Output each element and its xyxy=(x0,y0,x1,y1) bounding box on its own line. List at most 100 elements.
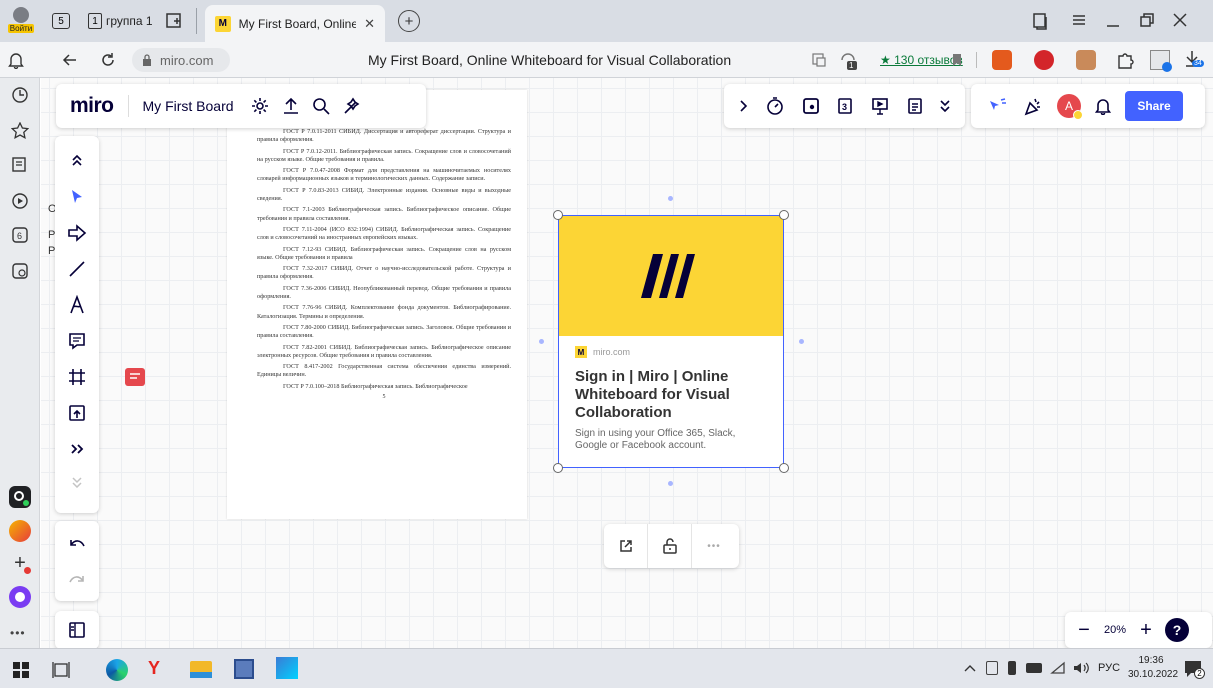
zoom-level[interactable]: 20% xyxy=(1097,624,1133,636)
magic-icon[interactable] xyxy=(342,96,362,116)
undo-icon[interactable] xyxy=(55,529,99,557)
more-options-icon[interactable]: ••• xyxy=(692,524,736,568)
comment-tool-icon[interactable] xyxy=(55,328,99,354)
notifications-icon[interactable] xyxy=(8,51,24,69)
alice-assistant-icon[interactable] xyxy=(9,586,31,608)
settings-icon[interactable] xyxy=(250,96,270,116)
zoom-in-button[interactable]: + xyxy=(1133,619,1159,642)
resize-handle-bl[interactable] xyxy=(553,463,563,473)
reader-icon[interactable] xyxy=(812,53,826,67)
link-preview-card[interactable]: M miro.com Sign in | Miro | Online White… xyxy=(558,215,784,468)
clock[interactable]: 19:36 30.10.2022 xyxy=(1128,654,1178,682)
bell-icon[interactable] xyxy=(1095,97,1111,115)
tabs-sidebar-icon[interactable]: 6 xyxy=(11,226,29,244)
countdown-icon[interactable]: 3 xyxy=(837,97,853,115)
board-name[interactable]: My First Board xyxy=(143,98,234,114)
collections-icon[interactable] xyxy=(1032,12,1048,30)
history-icon[interactable] xyxy=(11,86,29,104)
close-window-icon[interactable] xyxy=(1172,12,1188,28)
collapse-toolbar-icon[interactable] xyxy=(55,150,99,170)
upload-tool-icon[interactable] xyxy=(55,400,99,426)
connector-dot-left[interactable] xyxy=(539,339,544,344)
expand-chevron-icon[interactable] xyxy=(739,100,749,112)
connector-dot-right[interactable] xyxy=(799,339,804,344)
resize-handle-tl[interactable] xyxy=(553,210,563,220)
help-button[interactable]: ? xyxy=(1165,618,1189,642)
start-icon[interactable] xyxy=(13,662,29,678)
extension-2-icon[interactable] xyxy=(1034,50,1054,70)
app-1-icon[interactable] xyxy=(9,486,31,508)
download-icon[interactable]: 34 xyxy=(1184,50,1204,70)
bookmark-icon[interactable] xyxy=(952,53,962,67)
vote-icon[interactable] xyxy=(802,97,820,115)
shapes-tool-icon[interactable] xyxy=(55,220,99,246)
user-avatar[interactable]: A xyxy=(1057,94,1083,120)
document-page[interactable]: ГОСТ Р 7.0.11-2011 СИБИД. Диссертация и … xyxy=(227,90,527,519)
presentation-icon[interactable] xyxy=(871,97,889,115)
expand-toolbar-icon[interactable] xyxy=(55,472,99,492)
share-button[interactable]: Share xyxy=(1125,91,1183,121)
app-window-icon[interactable] xyxy=(276,657,298,679)
extension-1-icon[interactable] xyxy=(992,50,1012,70)
comment-marker-icon[interactable] xyxy=(125,368,145,386)
notification-center-icon[interactable]: 2 xyxy=(1183,659,1205,679)
new-tab-group-icon[interactable] xyxy=(166,13,184,29)
more-apps-icon[interactable] xyxy=(940,100,950,112)
close-tab-icon[interactable]: ✕ xyxy=(364,16,375,32)
extension-3-icon[interactable] xyxy=(1076,50,1096,70)
panel-toggle-icon[interactable] xyxy=(55,611,99,649)
notes-icon[interactable] xyxy=(907,97,923,115)
extensions-puzzle-icon[interactable] xyxy=(1116,51,1134,69)
tray-icon-1[interactable] xyxy=(986,661,998,675)
tab-count-button[interactable]: 5 xyxy=(52,13,70,29)
play-circle-icon[interactable] xyxy=(11,192,29,210)
frame-tool-icon[interactable] xyxy=(55,364,99,390)
edge-browser-icon[interactable] xyxy=(106,659,128,681)
volume-icon[interactable] xyxy=(1072,661,1090,675)
resize-handle-tr[interactable] xyxy=(779,210,789,220)
miro-logo[interactable]: miro xyxy=(70,94,114,118)
board-canvas[interactable]: O Р Р ГОСТ Р 7.0.11-2011 СИБИД. Диссерта… xyxy=(41,78,1213,654)
reviews-link[interactable]: ★ 130 отзывов xyxy=(880,53,963,67)
tray-icon-2[interactable] xyxy=(1008,661,1016,675)
login-button[interactable]: Войти xyxy=(6,2,36,38)
battery-icon[interactable] xyxy=(1026,663,1042,673)
language-indicator[interactable]: РУС xyxy=(1098,662,1120,674)
tab-group[interactable]: 1 группа 1 xyxy=(88,12,153,30)
add-app-icon[interactable]: + xyxy=(9,552,31,574)
back-icon[interactable] xyxy=(62,52,78,68)
zoom-out-button[interactable]: − xyxy=(1071,619,1097,642)
reload-icon[interactable] xyxy=(100,51,116,69)
app-2-icon[interactable] xyxy=(9,520,31,542)
image-viewer-icon[interactable] xyxy=(234,659,254,679)
favorites-icon[interactable] xyxy=(11,122,29,140)
connector-dot-bottom[interactable] xyxy=(668,481,673,486)
more-icon[interactable]: ••• xyxy=(10,626,26,640)
redo-icon[interactable] xyxy=(55,565,99,593)
timer-icon[interactable] xyxy=(766,97,784,115)
url-field[interactable]: miro.com xyxy=(132,48,230,72)
unlock-icon[interactable] xyxy=(648,524,692,568)
network-icon[interactable] xyxy=(1050,661,1066,675)
minimize-icon[interactable] xyxy=(1106,14,1120,28)
tray-expand-icon[interactable] xyxy=(964,663,976,673)
restore-icon[interactable] xyxy=(1139,12,1155,28)
select-tool-icon[interactable] xyxy=(55,184,99,210)
more-tools-icon[interactable] xyxy=(55,436,99,462)
connector-dot-top[interactable] xyxy=(668,196,673,201)
pen-tool-icon[interactable] xyxy=(55,292,99,318)
search-icon[interactable] xyxy=(312,97,330,115)
screenshot-sidebar-icon[interactable] xyxy=(11,262,29,280)
new-tab-button[interactable]: + xyxy=(398,10,420,32)
screenshot-extension-icon[interactable] xyxy=(1150,50,1172,72)
task-view-icon[interactable] xyxy=(52,661,70,679)
extension-icon[interactable]: 1 xyxy=(838,50,858,70)
line-tool-icon[interactable] xyxy=(55,256,99,282)
export-icon[interactable] xyxy=(282,97,300,115)
celebrate-icon[interactable] xyxy=(1023,96,1043,116)
cursor-reactions-icon[interactable] xyxy=(987,97,1007,115)
yandex-browser-icon[interactable]: Y xyxy=(148,658,160,679)
file-explorer-icon[interactable] xyxy=(190,661,212,678)
open-link-icon[interactable] xyxy=(604,524,648,568)
menu-icon[interactable] xyxy=(1072,13,1086,27)
